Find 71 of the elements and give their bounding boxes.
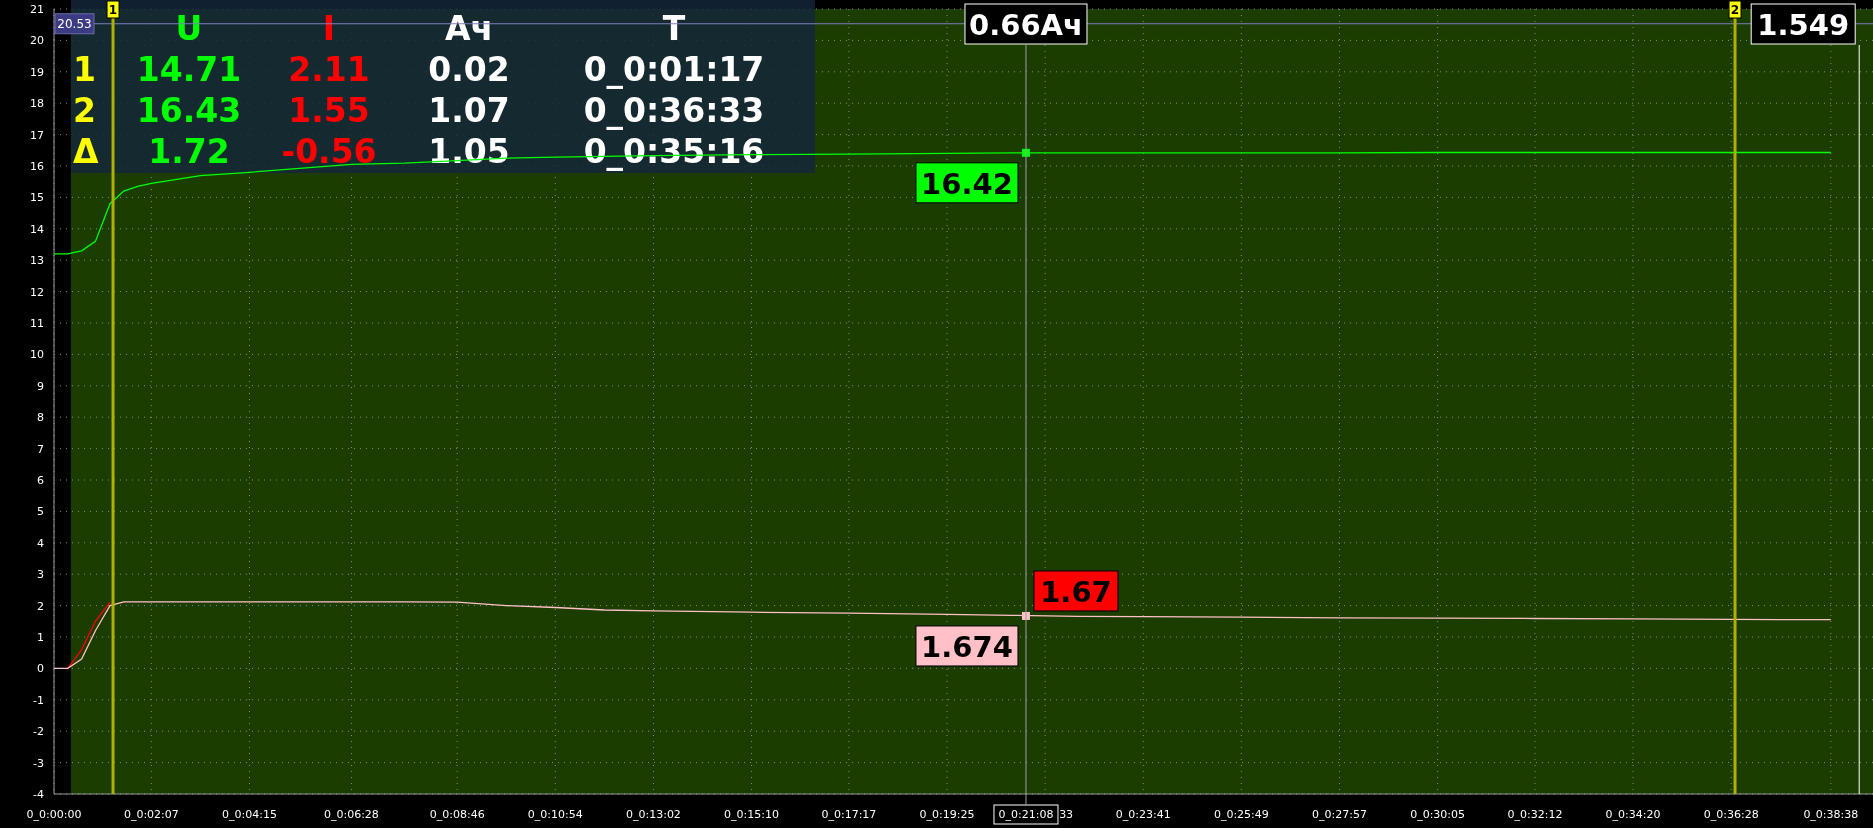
row-label: Δ	[72, 131, 100, 172]
point-marker	[1021, 611, 1030, 620]
x-axis-label: 0_0:25:49	[1213, 808, 1269, 821]
y-axis-label: 12	[30, 285, 44, 299]
x-axis-label: 0_0:19:25	[919, 808, 975, 821]
column-header: I	[321, 8, 337, 49]
y-axis-label: 7	[37, 442, 44, 456]
y-axis-label: 21	[30, 3, 44, 16]
x-axis-label: 0_0:36:28	[1703, 808, 1759, 821]
y-axis-label: -2	[33, 725, 44, 739]
x-axis-label: 0_0:02:07	[123, 808, 179, 821]
x-axis-label: 0_0:38:38	[1803, 808, 1859, 821]
table-cell-text: 0_0:01:17	[582, 49, 766, 90]
x-axis-label: 0_0:10:54	[527, 808, 583, 821]
y-axis-label: 1	[37, 631, 44, 644]
y-axis-label: 16	[30, 160, 44, 173]
y-axis-label: 17	[30, 128, 44, 142]
point-marker	[1021, 148, 1030, 157]
reference-tag: 1.549	[1750, 3, 1856, 45]
x-axis-label: 0_0:30:05	[1410, 808, 1466, 821]
level-tag: 20.53	[54, 13, 95, 35]
table-cell-text: 16.43	[135, 90, 243, 131]
y-axis-label: 9	[37, 379, 44, 393]
x-axis-label: 0_0:32:12	[1507, 808, 1563, 821]
table-cell-text: 14.71	[135, 49, 243, 90]
table-cell-text: 0.02	[427, 49, 511, 90]
table-cell-text: -0.56	[280, 131, 378, 172]
y-axis-label: 18	[30, 97, 44, 111]
table-cell-text: 0_0:36:33	[582, 90, 766, 131]
table-cell-text: 1.72	[147, 131, 231, 172]
y-axis-label: 4	[37, 536, 44, 550]
value-tag: 1.674	[915, 625, 1019, 667]
column-header: Ач	[443, 8, 495, 49]
y-axis-label: 19	[30, 65, 44, 79]
y-axis-label: 11	[30, 317, 44, 330]
x-axis-label: 0_0:04:15	[222, 808, 277, 821]
y-axis-label: 13	[30, 254, 44, 268]
y-axis-label: -3	[33, 756, 44, 770]
cursor-time-tag: 0_0:21:08	[993, 804, 1059, 825]
y-axis-label: -1	[33, 693, 44, 707]
x-axis-label: 0_0:17:17	[821, 808, 877, 821]
y-axis-label: 20	[30, 34, 44, 48]
x-axis-label: 0_0:13:02	[626, 808, 681, 821]
table-cell-text: 1.07	[427, 90, 511, 131]
y-axis-label: 8	[37, 411, 44, 425]
x-axis-label: 0_0:00:00	[26, 808, 82, 821]
y-axis-label: 5	[37, 505, 44, 519]
table-cell-text: 2.11	[287, 49, 371, 90]
y-axis-label: 14	[30, 222, 44, 236]
cursor-charge-tag: 0.66Ач	[964, 3, 1088, 45]
x-axis-label: 0_0:06:28	[323, 808, 379, 821]
y-axis-label: 6	[37, 474, 44, 487]
y-axis-label: 2	[37, 599, 44, 613]
value-tag: 1.67	[1033, 570, 1119, 612]
x-axis-label: 0_0:27:57	[1312, 808, 1367, 821]
x-axis-label: 33	[1059, 808, 1074, 821]
x-axis-label: 0_0:23:41	[1115, 808, 1171, 821]
value-tag: 16.42	[915, 162, 1019, 204]
table-cell-text: 1.55	[287, 90, 371, 131]
row-label: 1	[72, 49, 97, 90]
x-axis-label: 0_0:08:46	[429, 808, 485, 821]
column-header: T	[661, 8, 687, 49]
y-axis-label: 3	[37, 568, 44, 582]
y-axis-label: 10	[30, 348, 44, 362]
column-header: U	[174, 8, 204, 49]
row-label: 2	[72, 90, 97, 131]
x-axis-label: 0_0:15:10	[724, 808, 779, 821]
y-axis-label: 15	[30, 191, 44, 205]
y-axis-label: 0	[37, 662, 44, 676]
x-axis-label: 0_0:34:20	[1605, 808, 1661, 821]
y-axis-label: -4	[33, 788, 44, 801]
